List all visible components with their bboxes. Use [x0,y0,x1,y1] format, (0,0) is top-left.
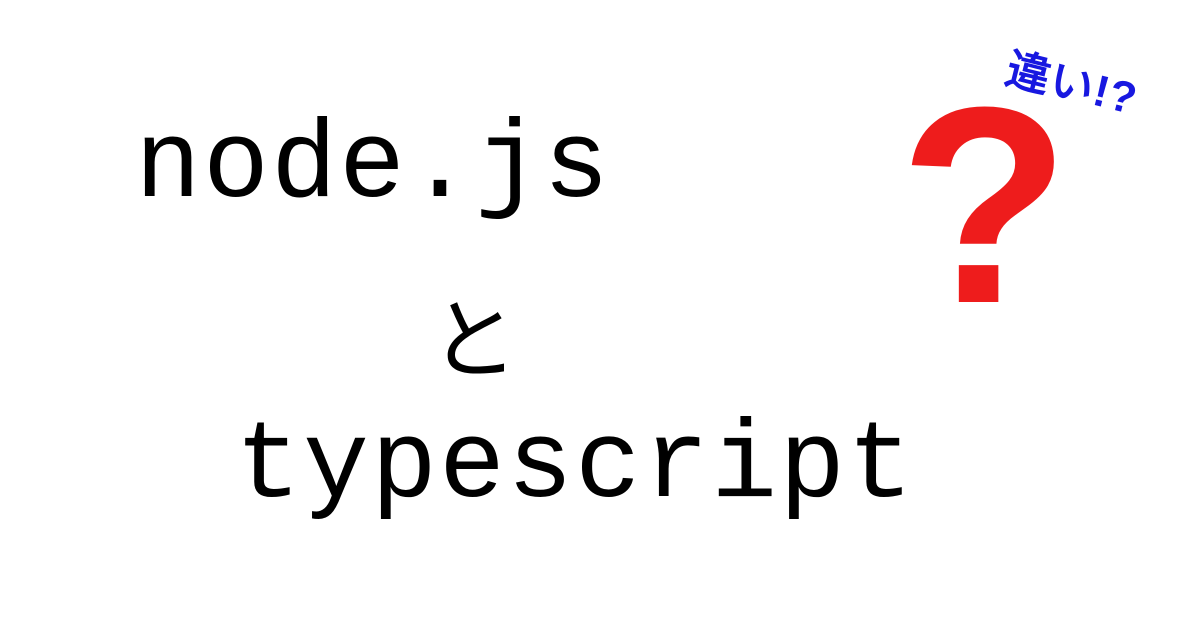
title-line-1: node.js [135,105,611,230]
title-line-2: typescript [235,405,915,530]
title-connector: と [430,270,518,397]
question-mark-icon: ? [899,80,1070,332]
